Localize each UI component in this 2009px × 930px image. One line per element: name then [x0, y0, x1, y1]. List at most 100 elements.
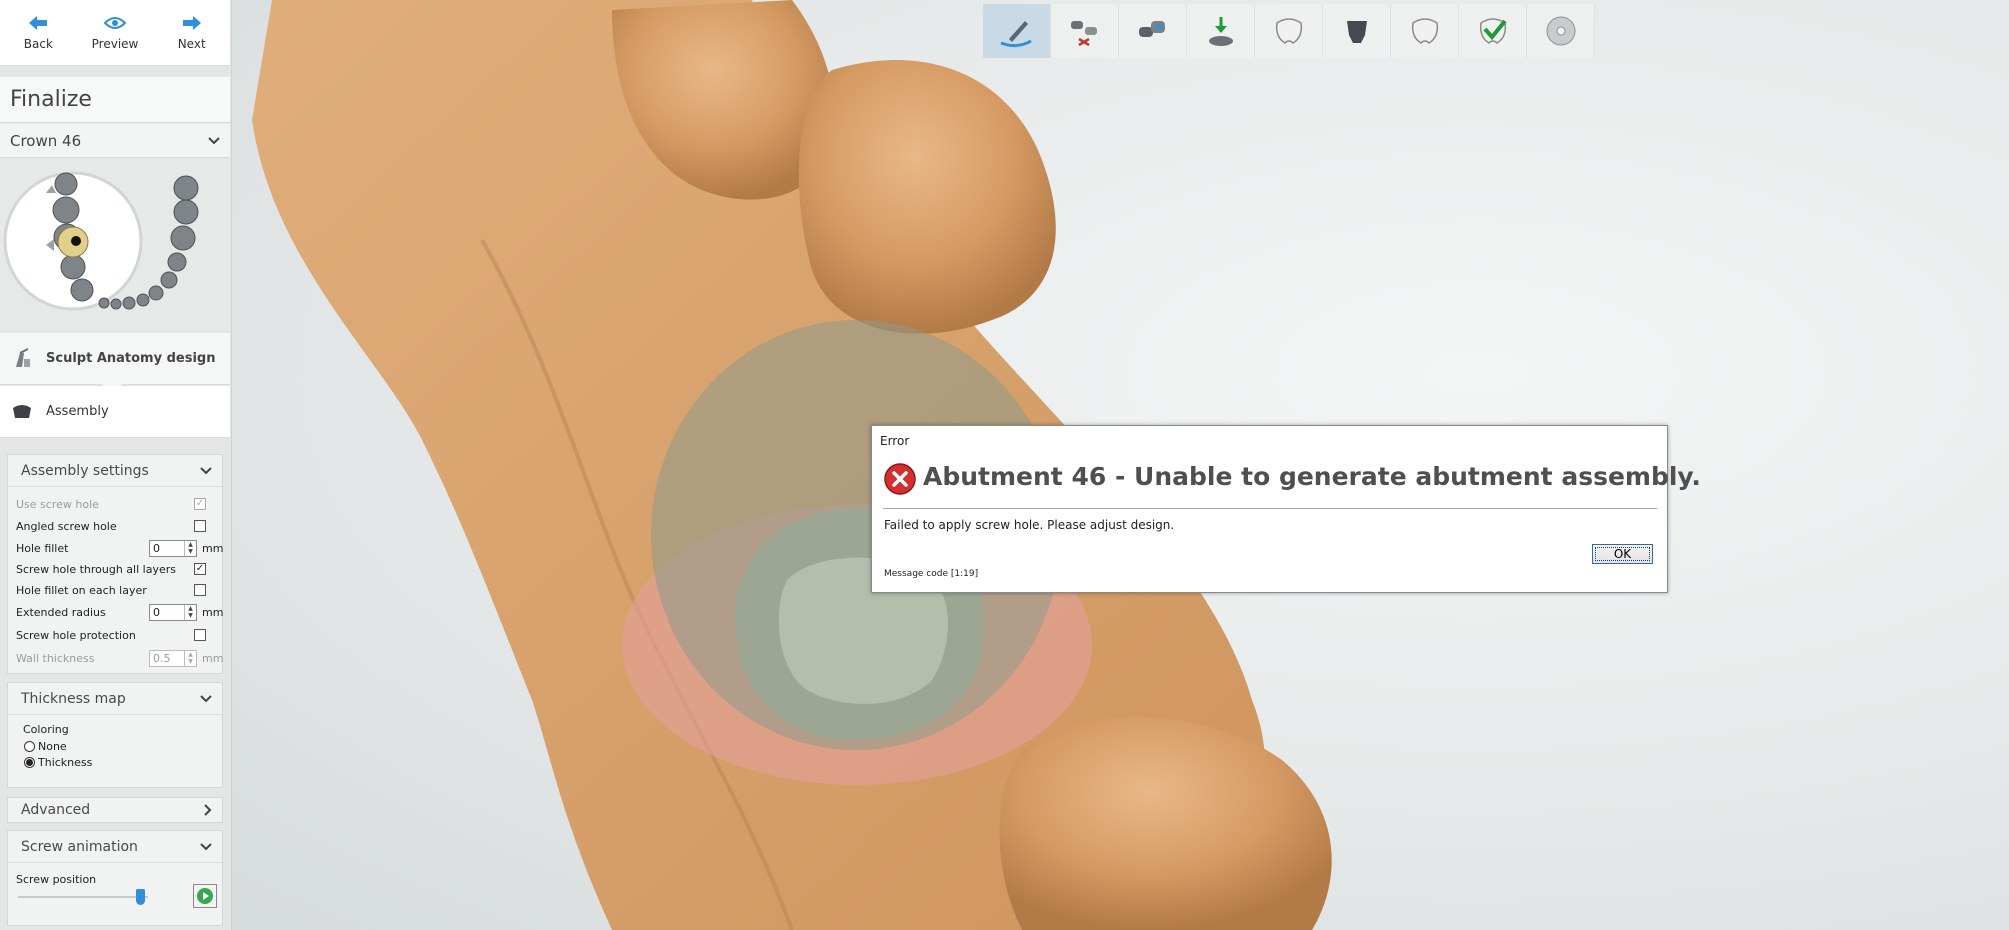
screw-position-label: Screw position [16, 873, 97, 886]
wall-thickness-stepper[interactable]: 0.5 ▲ ▼ [149, 649, 197, 667]
coloring-none-option[interactable]: None [24, 740, 67, 753]
toolbar-design-tool[interactable] [983, 4, 1051, 58]
advanced-title: Advanced [21, 802, 91, 818]
workflow-sculpt-label: Sculpt Anatomy design [46, 351, 216, 366]
stepper-arrows-icon[interactable]: ▲ ▼ [184, 540, 196, 556]
next-label: Next [177, 36, 206, 51]
tooth-icon [1411, 18, 1438, 44]
toolbar-save-tool[interactable] [1527, 4, 1595, 58]
hole-fillet-stepper[interactable]: 0 ▲ ▼ [149, 539, 197, 557]
tooth-chart[interactable] [0, 159, 230, 331]
chevron-down-icon [200, 694, 212, 702]
hole-fillet-label: Hole fillet [16, 541, 69, 555]
toolbar-anatomy-tool[interactable] [1391, 4, 1459, 58]
thickness-map-panel: Thickness map Coloring None Thickness [7, 682, 223, 788]
next-button[interactable]: Next [153, 0, 230, 65]
dialog-headline: Abutment 46 - Unable to generate abutmen… [923, 462, 1701, 491]
coloring-thickness-label: Thickness [38, 756, 93, 769]
screw-hole-through-row: Screw hole through all layers ✓ [16, 560, 216, 578]
chevron-down-icon [200, 842, 212, 850]
disc-icon [1546, 16, 1575, 46]
hole-fillet-unit: mm [202, 541, 224, 555]
thickness-map-title: Thickness map [21, 690, 126, 707]
advanced-panel: Advanced [7, 797, 223, 823]
hole-fillet-each-checkbox[interactable] [194, 584, 206, 596]
toolbar-cut-tool[interactable] [1051, 4, 1119, 58]
play-icon [197, 888, 213, 904]
extended-radius-label: Extended radius [16, 605, 106, 619]
use-screw-hole-checkbox[interactable]: ✓ [194, 498, 206, 510]
wall-thickness-row: Wall thickness 0.5 ▲ ▼ mm [16, 649, 223, 667]
toolbar-crown-tool[interactable] [1255, 4, 1323, 58]
angled-screw-hole-checkbox[interactable] [194, 520, 206, 532]
coloring-label: Coloring [23, 723, 69, 736]
eye-icon [104, 16, 126, 29]
toolbar-insertion-tool[interactable] [1187, 4, 1255, 58]
screw-animation-panel: Screw animation Screw position [7, 830, 223, 926]
toolbar-abutment-tool[interactable] [1323, 4, 1391, 58]
extended-radius-row: Extended radius 0 ▲ ▼ mm [16, 603, 223, 621]
ok-button[interactable]: OK [1592, 544, 1653, 564]
step-title: Finalize [0, 77, 230, 123]
insertion-icon [1208, 17, 1233, 46]
sculpt-tool-icon [16, 347, 30, 367]
crown-icon [1275, 18, 1302, 44]
slider-thumb[interactable] [136, 889, 146, 905]
tooth-chart-diagram [3, 171, 199, 311]
thickness-map-header[interactable]: Thickness map [8, 683, 222, 715]
preview-label: Preview [91, 36, 139, 51]
radio-thickness[interactable] [24, 757, 35, 768]
wall-thickness-value: 0.5 [153, 651, 171, 665]
play-animation-button[interactable] [193, 884, 217, 908]
chevron-down-icon [208, 136, 220, 144]
coloring-none-label: None [38, 740, 67, 753]
hole-fillet-each-label: Hole fillet on each layer [16, 583, 147, 597]
screw-hole-protection-label: Screw hole protection [16, 628, 136, 642]
wall-thickness-unit: mm [202, 651, 224, 665]
cut-icon [1070, 21, 1097, 47]
assembly-settings-panel: Assembly settings Use screw hole ✓ Angle… [7, 454, 223, 674]
dialog-separator [883, 508, 1657, 509]
advanced-header[interactable]: Advanced [8, 798, 222, 822]
toolbar-finalize-tool[interactable] [1459, 4, 1527, 58]
dialog-message: Failed to apply screw hole. Please adjus… [884, 518, 1175, 532]
screw-animation-header[interactable]: Screw animation [8, 831, 222, 863]
back-button[interactable]: Back [0, 0, 77, 65]
screw-hole-protection-checkbox[interactable] [194, 629, 206, 641]
crown-selector[interactable]: Crown 46 [0, 124, 230, 158]
left-panel: Back Preview Next Finalize Crown 46 Scul… [0, 0, 232, 930]
extended-radius-value: 0 [153, 605, 160, 619]
extended-radius-unit: mm [202, 605, 224, 619]
abutment-icon [1346, 21, 1367, 43]
screw-hole-through-label: Screw hole through all layers [16, 562, 176, 576]
hole-fillet-value: 0 [153, 541, 160, 555]
preview-button[interactable]: Preview [77, 0, 154, 65]
stepper-arrows-icon[interactable]: ▲ ▼ [184, 650, 196, 666]
molar-bottom [999, 717, 1332, 930]
angled-screw-hole-label: Angled screw hole [16, 519, 117, 533]
screw-position-slider[interactable] [18, 889, 148, 905]
message-code: Message code [1:19] [884, 569, 979, 579]
checkmark-tooth-icon [1479, 18, 1507, 44]
workflow-assembly[interactable]: Assembly [0, 386, 230, 438]
error-dialog: Error Abutment 46 - Unable to generate a… [871, 425, 1701, 593]
dialog-title: Error [880, 434, 910, 448]
workflow-sculpt-anatomy[interactable]: Sculpt Anatomy design [0, 333, 230, 385]
stepper-arrows-icon[interactable]: ▲ ▼ [184, 604, 196, 620]
coloring-thickness-option[interactable]: Thickness [24, 756, 92, 769]
screw-hole-protection-row: Screw hole protection [16, 626, 216, 644]
navigation-bar: Back Preview Next [0, 0, 230, 66]
use-screw-hole-row: Use screw hole ✓ [16, 495, 216, 513]
extended-radius-stepper[interactable]: 0 ▲ ▼ [149, 603, 197, 621]
arrow-right-icon [182, 15, 201, 30]
pen-icon [999, 21, 1032, 48]
radio-none[interactable] [24, 741, 35, 752]
error-icon [884, 463, 916, 495]
workflow-toolbar [983, 4, 1595, 58]
assembly-settings-header[interactable]: Assembly settings [8, 455, 222, 487]
toolbar-align-tool[interactable] [1119, 4, 1187, 58]
assembly-settings-title: Assembly settings [21, 462, 149, 479]
assembly-icon [13, 404, 31, 418]
screw-animation-title: Screw animation [21, 838, 138, 855]
screw-hole-through-checkbox[interactable]: ✓ [194, 563, 206, 575]
